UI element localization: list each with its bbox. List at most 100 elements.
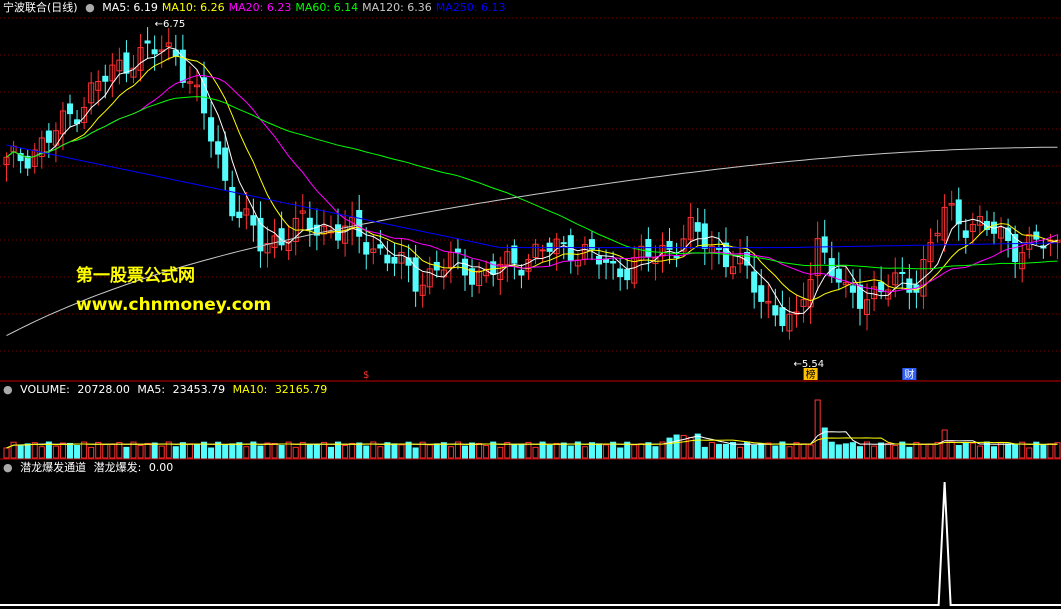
volume-toggle-icon[interactable]: ●: [3, 383, 13, 396]
volume-bar: [306, 443, 313, 459]
volume-bar: [765, 442, 772, 459]
candle-body: [518, 269, 525, 276]
volume-bar: [1026, 447, 1033, 459]
candle-body: [673, 256, 680, 259]
watermark-line-2: www.chnmoney.com: [76, 295, 272, 315]
candle-body: [123, 52, 130, 74]
volume-bar: [3, 447, 10, 459]
volume-bar: [377, 446, 384, 459]
ma-legend-toggle-icon[interactable]: ●: [85, 1, 95, 14]
candle-body: [828, 258, 835, 277]
candle-body: [454, 248, 461, 253]
volume-bar: [603, 444, 610, 459]
volume-bar: [807, 444, 814, 459]
indicator-name: 潜龙爆发通道: [20, 461, 87, 474]
volume-bar: [137, 444, 144, 459]
indicator-toggle-icon[interactable]: ●: [3, 461, 13, 474]
volume-bar: [243, 446, 250, 459]
ma-legend-ma20: MA20: 6.23: [228, 1, 292, 14]
volume-bar: [208, 447, 215, 459]
event-marker-2: 财: [904, 368, 914, 381]
candle-body: [208, 117, 215, 142]
volume-bar: [504, 441, 511, 459]
candle-body: [66, 103, 74, 115]
candle-body: [595, 255, 603, 265]
volume-bar: [313, 443, 320, 459]
candle-body: [772, 305, 779, 316]
volume-bar: [885, 442, 892, 459]
volume-bar: [186, 443, 193, 459]
volume-bar: [24, 443, 31, 459]
ma-legend-ma60: MA60: 6.14: [295, 1, 359, 14]
volume-bar: [461, 445, 469, 459]
volume-bar: [715, 443, 722, 459]
volume-bar: [941, 429, 948, 459]
ma-legend-values: MA5: 6.19 MA10: 6.26 MA20: 6.23 MA60: 6.14 M…: [102, 1, 509, 14]
volume-bar: [842, 443, 849, 459]
candle-body: [384, 254, 391, 264]
volume-bar: [483, 444, 490, 459]
volume-ma10-label: MA10: [232, 383, 264, 396]
volume-bar: [327, 446, 335, 459]
volume-bar: [278, 444, 285, 459]
volume-bar: [229, 443, 236, 459]
volume-bar: [758, 442, 765, 459]
volume-bar: [151, 442, 158, 459]
volume-bar: [666, 437, 673, 459]
volume-bar: [38, 446, 45, 459]
volume-ma10-value: 32165.79: [274, 383, 328, 396]
volume-bar: [962, 442, 969, 459]
volume-bar: [320, 441, 327, 459]
candle-body: [539, 249, 546, 252]
candle-body: [412, 257, 419, 292]
ma-legend-ma120: MA120: 6.36: [362, 1, 432, 14]
volume-bar: [581, 446, 588, 459]
candle-body: [849, 285, 856, 293]
volume-bar: [412, 447, 419, 459]
candle-body: [461, 258, 469, 276]
candle-body: [906, 278, 913, 293]
volume-bar: [59, 442, 66, 459]
candle-body: [899, 271, 906, 274]
volume-bar: [998, 442, 1005, 459]
volume-bar: [800, 443, 807, 459]
volume-bar: [342, 444, 349, 459]
volume-bar: [116, 441, 123, 459]
volume-bar: [722, 443, 729, 459]
ma-legend-ma5: MA5: 6.19: [102, 1, 158, 14]
volume-bar: [518, 443, 525, 459]
volume-bar: [546, 444, 553, 459]
volume-bar: [440, 442, 447, 459]
volume-bar: [976, 445, 983, 459]
volume-bar: [102, 443, 109, 459]
candle-body: [102, 75, 109, 82]
candle-body: [363, 242, 370, 255]
indicator-legend: ● 潜龙爆发通道 潜龙爆发: 0.00: [3, 461, 174, 474]
candle-body: [821, 236, 828, 253]
volume-bar: [694, 433, 701, 459]
volume-bar: [856, 446, 864, 459]
candle-body: [391, 256, 398, 264]
volume-bar: [751, 444, 758, 459]
volume-bar: [737, 446, 744, 459]
moving-average-lines: [6, 46, 1058, 337]
volume-bar: [969, 442, 976, 459]
volume-bar: [222, 444, 229, 459]
candle-body: [758, 285, 765, 302]
volume-bar: [1054, 442, 1061, 459]
indicator-signal-line: [0, 481, 1061, 606]
candle-body: [624, 269, 631, 281]
volume-bar: [927, 443, 934, 459]
volume-bar: [652, 446, 659, 459]
volume-bar: [31, 442, 38, 459]
ma-legend-ma250: MA250: 6.13: [435, 1, 506, 14]
volume-bar: [363, 445, 370, 459]
volume-bar: [476, 442, 483, 459]
candle-body: [144, 40, 151, 44]
volume-bar: [511, 443, 518, 459]
volume-bar: [913, 441, 920, 459]
high-price-label: ←6.75: [155, 19, 186, 30]
volume-bar: [292, 446, 299, 459]
volume-bar: [398, 444, 405, 459]
volume-bar: [786, 446, 793, 459]
